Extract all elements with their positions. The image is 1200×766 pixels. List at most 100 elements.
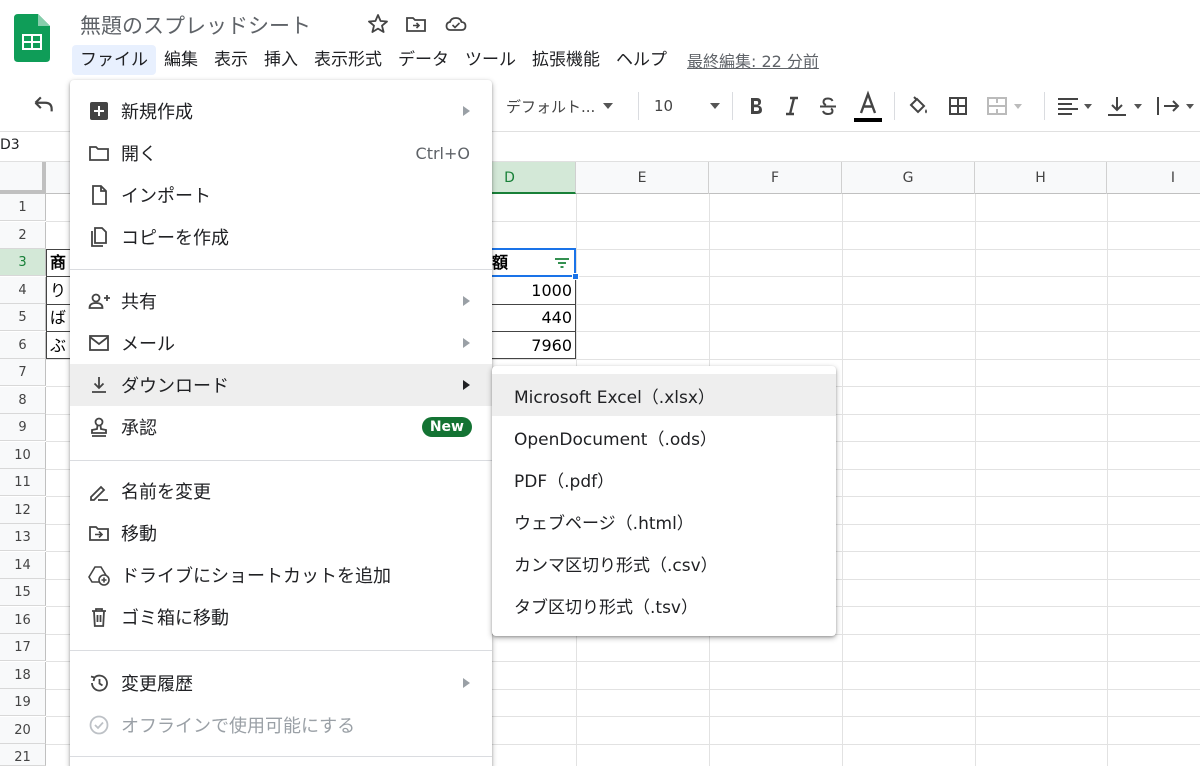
stamp-icon — [91, 417, 107, 437]
menu-format[interactable]: 表示形式 — [306, 45, 390, 75]
submenu-arrow-icon — [463, 678, 470, 688]
fill-handle[interactable] — [572, 273, 579, 280]
submenu-arrow-icon — [463, 106, 470, 116]
cloud-saved-icon[interactable] — [444, 12, 468, 36]
document-title[interactable]: 無題のスプレッドシート — [80, 10, 311, 40]
menu-item-label: インポート — [121, 186, 211, 207]
last-edit-link[interactable]: 最終編集: 22 分前 — [687, 48, 819, 72]
column-header-f[interactable]: F — [709, 162, 842, 194]
toolbar-divider — [1044, 92, 1045, 120]
filter-icon[interactable] — [554, 257, 570, 269]
cell-a6[interactable]: ぶ — [50, 332, 66, 359]
vertical-align-icon[interactable] — [1104, 93, 1146, 119]
file-menu-new[interactable]: 新規作成 — [70, 90, 492, 132]
file-menu-email[interactable]: メール — [70, 322, 492, 364]
row-header[interactable]: 1 — [0, 194, 46, 221]
text-color-icon[interactable] — [854, 89, 882, 125]
row-header[interactable]: 12 — [0, 496, 46, 524]
file-menu-move[interactable]: 移動 — [70, 512, 492, 554]
row-header[interactable]: 5 — [0, 304, 46, 331]
row-header-selected[interactable]: 3 — [0, 249, 46, 276]
strikethrough-icon[interactable] — [816, 93, 840, 119]
download-xlsx[interactable]: Microsoft Excel（.xlsx） — [492, 374, 836, 416]
menu-divider — [70, 269, 492, 270]
row-header[interactable]: 6 — [0, 331, 46, 359]
star-icon[interactable] — [366, 12, 390, 36]
file-menu-open[interactable]: 開く Ctrl+O — [70, 132, 492, 174]
cell-d4[interactable]: 1000 — [492, 277, 572, 304]
menu-help[interactable]: ヘルプ — [608, 45, 675, 75]
mail-icon — [89, 335, 109, 351]
row-header[interactable]: 15 — [0, 579, 46, 606]
name-box[interactable]: D3 — [0, 137, 20, 153]
row-header[interactable]: 13 — [0, 524, 46, 551]
file-menu-add-shortcut[interactable]: ドライブにショートカットを追加 — [70, 554, 492, 596]
row-header[interactable]: 10 — [0, 441, 46, 469]
row-header[interactable]: 11 — [0, 469, 46, 496]
cell-d5[interactable]: 440 — [492, 304, 572, 331]
file-menu-approvals[interactable]: 承認 New — [70, 406, 492, 448]
cell-d3[interactable]: 額 — [492, 249, 508, 276]
row-header[interactable]: 17 — [0, 634, 46, 661]
font-size-select[interactable]: 10 — [654, 93, 722, 119]
horizontal-align-icon[interactable] — [1054, 93, 1096, 119]
select-all-corner[interactable] — [0, 162, 46, 194]
move-folder-icon[interactable] — [404, 12, 428, 36]
file-menu-download[interactable]: ダウンロード — [70, 364, 492, 406]
download-csv[interactable]: カンマ区切り形式（.csv） — [492, 542, 836, 584]
row-header[interactable]: 8 — [0, 386, 46, 414]
row-header[interactable]: 16 — [0, 606, 46, 634]
cell-d6[interactable]: 7960 — [492, 332, 572, 359]
cell-a4[interactable]: り — [50, 277, 66, 304]
menu-insert[interactable]: 挿入 — [256, 45, 306, 75]
menu-view[interactable]: 表示 — [206, 45, 256, 75]
download-icon — [92, 377, 106, 393]
download-tsv[interactable]: タブ区切り形式（.tsv） — [492, 584, 836, 626]
row-header[interactable]: 4 — [0, 276, 46, 304]
menu-item-label: コピーを作成 — [121, 228, 229, 249]
row-header[interactable]: 19 — [0, 689, 46, 716]
menu-bar: ファイル 編集 表示 挿入 表示形式 データ ツール 拡張機能 ヘルプ 最終編集… — [72, 44, 819, 76]
column-header-e[interactable]: E — [576, 162, 709, 194]
column-header-h[interactable]: H — [975, 162, 1107, 194]
menu-edit[interactable]: 編集 — [156, 45, 206, 75]
sheets-logo-icon[interactable] — [14, 14, 50, 62]
download-html[interactable]: ウェブページ（.html） — [492, 500, 836, 542]
font-family-select[interactable]: デフォルト... — [506, 93, 614, 119]
menu-tools[interactable]: ツール — [457, 45, 524, 75]
row-header[interactable]: 9 — [0, 414, 46, 441]
menu-item-label: 変更履歴 — [121, 674, 193, 695]
row-header[interactable]: 7 — [0, 359, 46, 386]
column-header-g[interactable]: G — [842, 162, 975, 194]
cell-a3[interactable]: 商 — [50, 249, 66, 276]
file-menu-import[interactable]: インポート — [70, 174, 492, 216]
file-menu-version-history[interactable]: 変更履歴 — [70, 662, 492, 704]
file-menu-make-copy[interactable]: コピーを作成 — [70, 216, 492, 258]
menu-data[interactable]: データ — [390, 45, 457, 75]
borders-icon[interactable] — [946, 93, 970, 119]
italic-icon[interactable] — [780, 93, 804, 119]
row-header[interactable]: 20 — [0, 716, 46, 744]
bold-icon[interactable] — [744, 93, 768, 119]
download-ods[interactable]: OpenDocument（.ods） — [492, 416, 836, 458]
column-header-i[interactable]: I — [1107, 162, 1200, 194]
row-header[interactable]: 2 — [0, 221, 46, 249]
file-menu-trash[interactable]: ゴミ箱に移動 — [70, 596, 492, 638]
row-header[interactable]: 14 — [0, 551, 46, 579]
merge-cells-icon[interactable] — [984, 93, 1024, 119]
file-menu-share[interactable]: 共有 — [70, 280, 492, 322]
cell-a5[interactable]: ば — [50, 304, 66, 331]
row-header[interactable]: 18 — [0, 661, 46, 689]
menu-extensions[interactable]: 拡張機能 — [524, 45, 608, 75]
undo-icon[interactable] — [30, 93, 56, 119]
menu-item-label: ドライブにショートカットを追加 — [121, 566, 391, 587]
menu-file[interactable]: ファイル — [72, 45, 156, 75]
gridline — [1107, 194, 1108, 766]
file-menu-offline[interactable]: オフラインで使用可能にする — [70, 704, 492, 746]
download-pdf[interactable]: PDF（.pdf） — [492, 458, 836, 500]
folder-icon — [89, 146, 109, 161]
file-menu-rename[interactable]: 名前を変更 — [70, 470, 492, 512]
row-header[interactable]: 21 — [0, 744, 46, 766]
fill-color-icon[interactable] — [906, 93, 930, 119]
text-wrapping-icon[interactable] — [1154, 93, 1200, 119]
